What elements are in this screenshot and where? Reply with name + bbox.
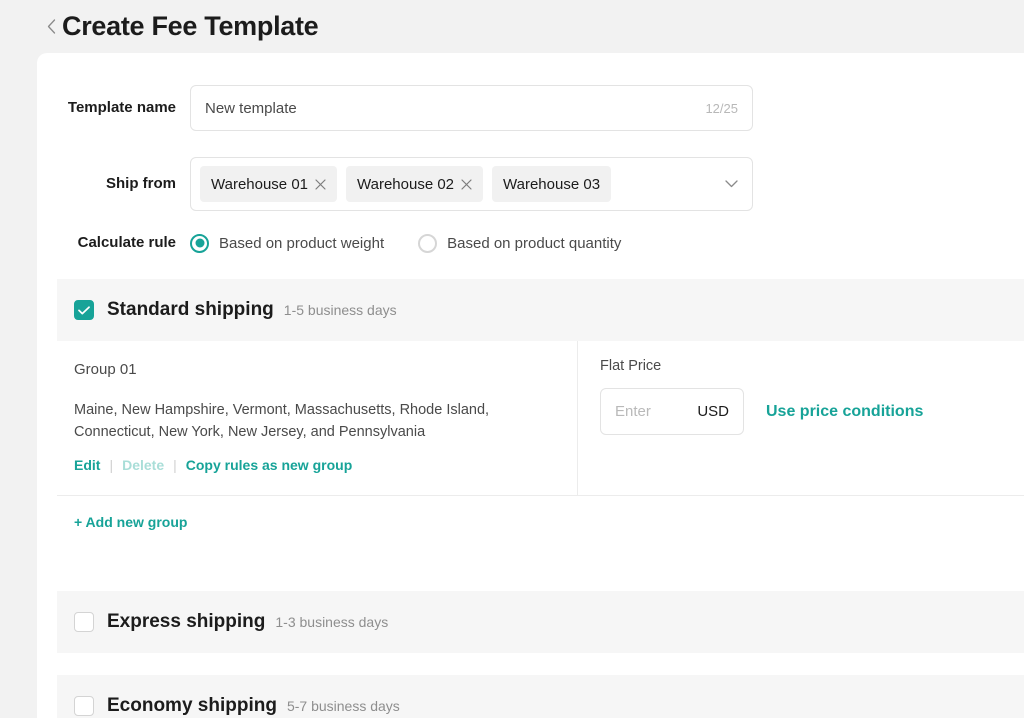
chevron-left-icon[interactable] xyxy=(44,16,58,38)
section-days-economy: 5-7 business days xyxy=(286,698,400,714)
flat-price-input[interactable]: Enter USD xyxy=(600,388,744,435)
chevron-down-icon[interactable] xyxy=(725,180,738,188)
radio-label: Based on product weight xyxy=(219,234,385,252)
add-new-group-button[interactable]: + Add new group xyxy=(74,514,187,530)
checkbox-standard-shipping[interactable] xyxy=(74,300,94,320)
delete-group-link: Delete xyxy=(122,457,165,473)
radio-label: Based on product quantity xyxy=(447,234,622,252)
edit-group-link[interactable]: Edit xyxy=(74,457,100,473)
calculate-rule-label: Calculate rule xyxy=(77,234,176,251)
section-header-standard[interactable]: Standard shipping 1-5 business days xyxy=(57,279,1024,341)
section-economy-shipping: Economy shipping 5-7 business days xyxy=(57,675,1024,718)
tag-label: Warehouse 01 xyxy=(211,175,309,193)
section-standard-shipping: Standard shipping 1-5 business days Grou… xyxy=(57,279,1024,552)
group-title: Group 01 xyxy=(74,361,137,378)
form-card: Template name New template 12/25 Ship fr… xyxy=(37,53,1024,718)
ship-from-label: Ship from xyxy=(106,175,176,192)
radio-icon-selected[interactable] xyxy=(190,233,209,253)
flat-price-placeholder: Enter xyxy=(615,403,651,420)
tag-label: Warehouse 02 xyxy=(357,175,455,193)
template-name-counter: 12/25 xyxy=(705,100,738,116)
tag-warehouse-03[interactable]: Warehouse 03 xyxy=(492,166,612,202)
section-days-standard: 1-5 business days xyxy=(283,302,397,318)
section-body-standard: Group 01 Maine, New Hampshire, Vermont, … xyxy=(57,341,1024,552)
copy-rules-link[interactable]: Copy rules as new group xyxy=(186,457,352,473)
section-title-standard: Standard shipping xyxy=(107,299,274,320)
group-footer: + Add new group xyxy=(57,495,1024,552)
section-title-express: Express shipping xyxy=(107,611,266,632)
action-separator: | xyxy=(109,457,114,473)
section-title-economy: Economy shipping xyxy=(107,695,277,716)
calculate-rule-options: Based on product weight Based on product… xyxy=(190,233,622,253)
page-header: Create Fee Template xyxy=(0,0,1024,53)
ship-from-select[interactable]: Warehouse 01 Warehouse 02 Warehouse 03 xyxy=(190,157,753,211)
flat-price-label: Flat Price xyxy=(600,358,662,374)
price-details: Flat Price Enter USD Use price condition… xyxy=(578,341,1024,495)
use-price-conditions-link[interactable]: Use price conditions xyxy=(766,403,923,421)
template-name-value: New template xyxy=(205,99,297,117)
tag-warehouse-01[interactable]: Warehouse 01 xyxy=(200,166,338,202)
section-days-express: 1-3 business days xyxy=(275,614,389,630)
group-regions: Maine, New Hampshire, Vermont, Massachus… xyxy=(74,402,490,440)
checkbox-economy-shipping[interactable] xyxy=(74,696,94,716)
currency-suffix: USD xyxy=(697,403,729,420)
page-root: Create Fee Template Template name New te… xyxy=(0,0,1024,718)
section-express-shipping: Express shipping 1-3 business days xyxy=(57,591,1024,653)
action-separator: | xyxy=(173,457,177,473)
remove-tag-icon[interactable] xyxy=(315,178,326,190)
group-actions: Edit | Delete | Copy rules as new group xyxy=(74,457,560,473)
section-header-economy[interactable]: Economy shipping 5-7 business days xyxy=(57,675,1024,718)
calculate-rule-row: Calculate rule Based on product weight B… xyxy=(37,230,621,256)
ship-from-row: Ship from Warehouse 01 Warehouse 02 Ware… xyxy=(37,157,753,211)
group-row: Group 01 Maine, New Hampshire, Vermont, … xyxy=(57,341,1024,495)
checkbox-express-shipping[interactable] xyxy=(74,612,94,632)
section-header-express[interactable]: Express shipping 1-3 business days xyxy=(57,591,1024,653)
remove-tag-icon[interactable] xyxy=(461,178,472,190)
tag-warehouse-02[interactable]: Warehouse 02 xyxy=(346,166,484,202)
template-name-row: Template name New template 12/25 xyxy=(37,85,753,131)
template-name-label: Template name xyxy=(67,99,176,116)
price-row: Enter USD Use price conditions xyxy=(600,388,1024,435)
tag-label: Warehouse 03 xyxy=(503,175,601,193)
template-name-input[interactable]: New template 12/25 xyxy=(190,85,753,131)
radio-icon-unselected[interactable] xyxy=(418,233,438,253)
page-title: Create Fee Template xyxy=(62,11,319,41)
group-details: Group 01 Maine, New Hampshire, Vermont, … xyxy=(57,341,578,495)
radio-option-weight[interactable]: Based on product weight xyxy=(190,233,385,253)
radio-option-quantity[interactable]: Based on product quantity xyxy=(418,233,622,253)
